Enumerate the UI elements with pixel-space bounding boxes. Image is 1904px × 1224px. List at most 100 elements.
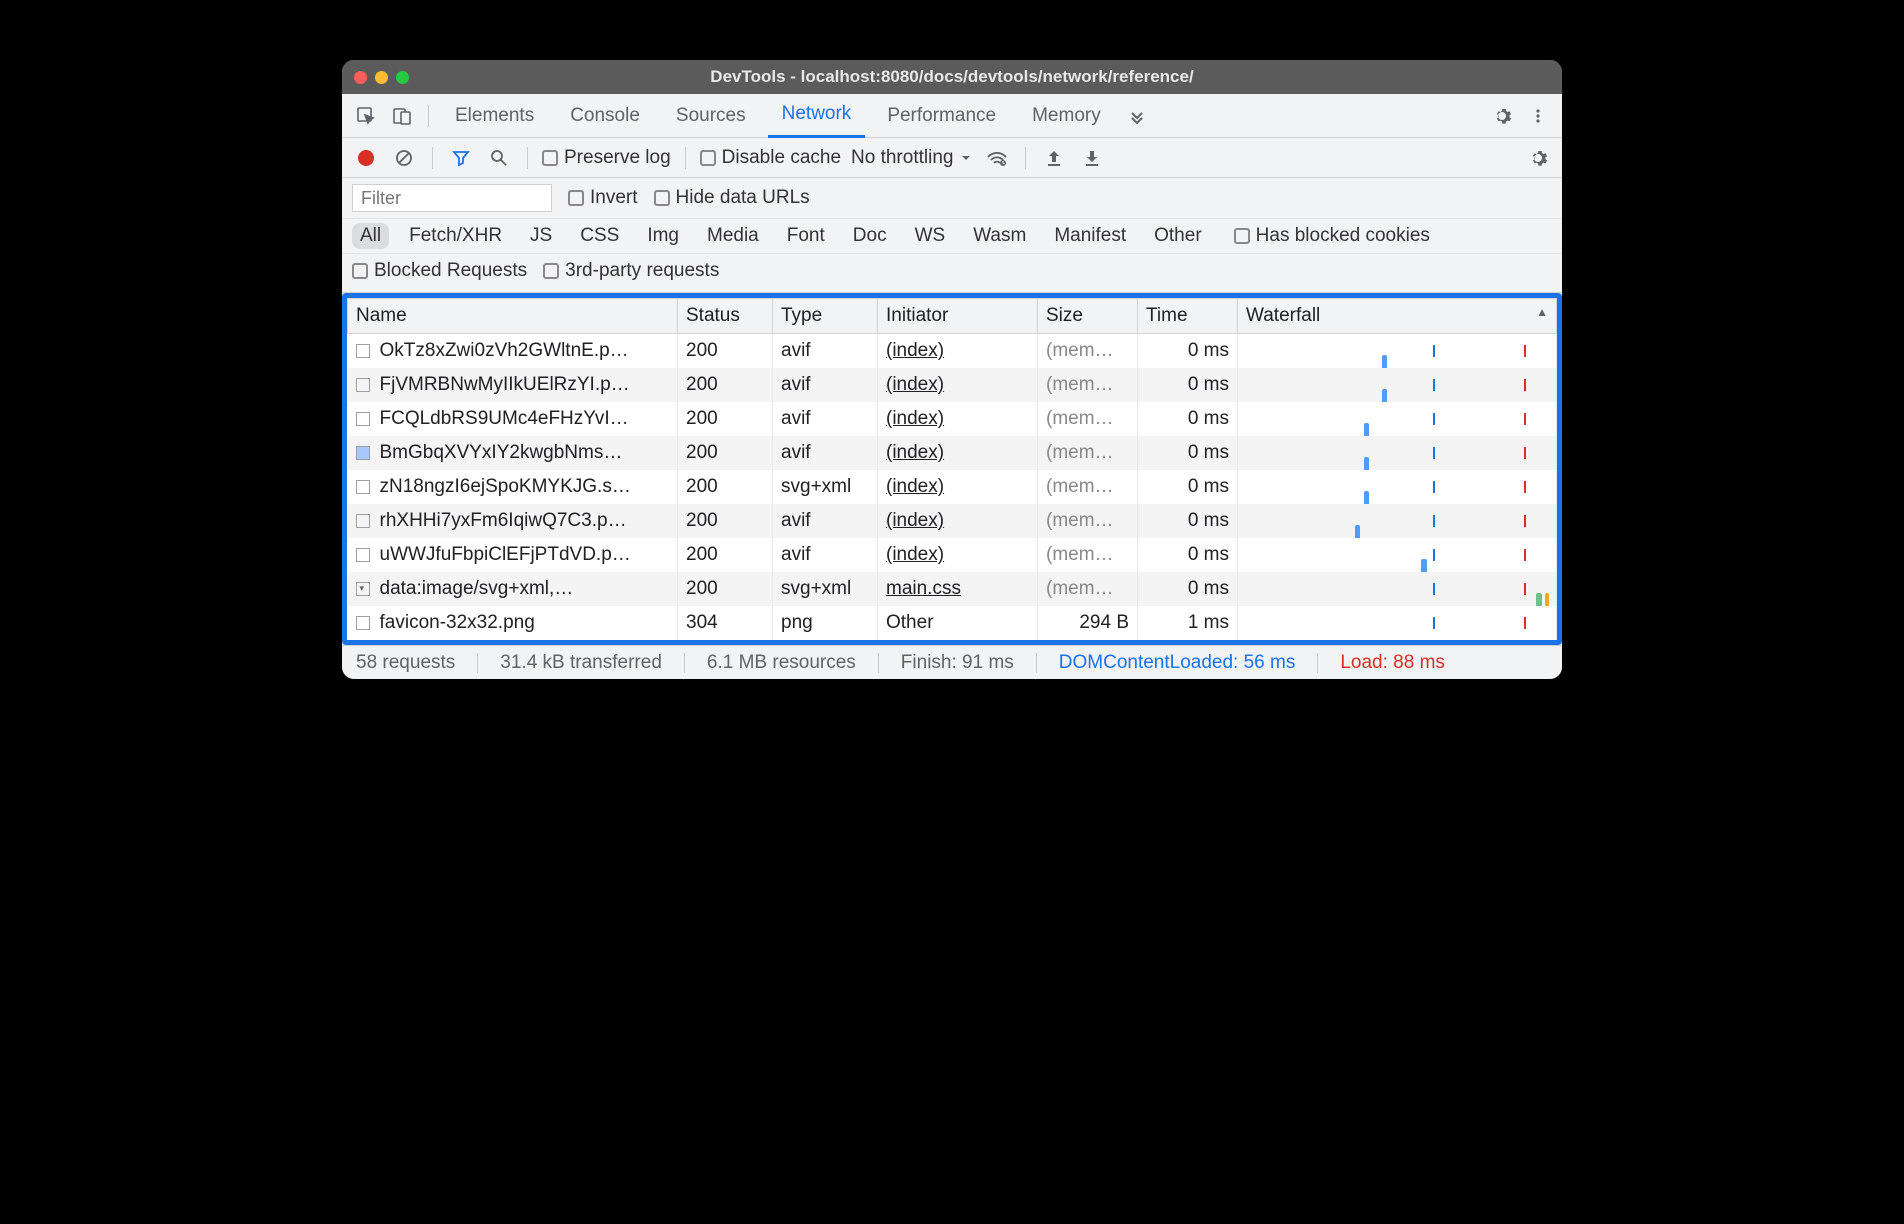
filter-icon[interactable] <box>447 144 475 172</box>
throttling-value: No throttling <box>851 147 953 169</box>
type-filter-manifest[interactable]: Manifest <box>1046 223 1134 249</box>
cell-name: BmGbqXVYxIY2kwgbNms… <box>348 436 678 470</box>
type-filter-ws[interactable]: WS <box>907 223 954 249</box>
cell-initiator[interactable]: (index) <box>878 538 1038 572</box>
column-time[interactable]: Time <box>1138 299 1238 334</box>
cell-initiator[interactable]: (index) <box>878 470 1038 504</box>
image-file-icon <box>356 412 370 426</box>
cell-time: 0 ms <box>1138 504 1238 538</box>
column-status[interactable]: Status <box>678 299 773 334</box>
cell-size: (mem… <box>1038 436 1138 470</box>
table-row[interactable]: FCQLdbRS9UMc4eFHzYvI…200avif(index)(mem…… <box>348 402 1557 436</box>
type-filter-doc[interactable]: Doc <box>845 223 895 249</box>
cell-status: 200 <box>678 538 773 572</box>
traffic-lights <box>354 71 409 84</box>
waterfall-cell <box>1238 538 1557 572</box>
search-icon[interactable] <box>485 144 513 172</box>
data-uri-icon <box>356 582 370 596</box>
tab-elements[interactable]: Elements <box>441 94 548 138</box>
settings-icon[interactable] <box>1488 102 1516 130</box>
tab-console[interactable]: Console <box>556 94 654 138</box>
clear-icon[interactable] <box>390 144 418 172</box>
zoom-window-button[interactable] <box>396 71 409 84</box>
type-filter-other[interactable]: Other <box>1146 223 1210 249</box>
cell-initiator[interactable]: (index) <box>878 334 1038 369</box>
status-requests: 58 requests <box>356 652 455 674</box>
network-conditions-icon[interactable] <box>983 144 1011 172</box>
separator <box>432 147 433 169</box>
type-filter-img[interactable]: Img <box>639 223 687 249</box>
upload-har-icon[interactable] <box>1040 144 1068 172</box>
titlebar: DevTools - localhost:8080/docs/devtools/… <box>342 60 1562 94</box>
cell-initiator[interactable]: (index) <box>878 504 1038 538</box>
cell-initiator[interactable]: (index) <box>878 368 1038 402</box>
cell-time: 0 ms <box>1138 538 1238 572</box>
cell-time: 0 ms <box>1138 470 1238 504</box>
kebab-menu-icon[interactable] <box>1524 102 1552 130</box>
blocked-requests-checkbox[interactable]: Blocked Requests <box>352 260 527 282</box>
extra-filter-row: Blocked Requests 3rd-party requests <box>342 254 1562 293</box>
minimize-window-button[interactable] <box>375 71 388 84</box>
image-file-icon <box>356 480 370 494</box>
record-button[interactable] <box>352 144 380 172</box>
column-size[interactable]: Size <box>1038 299 1138 334</box>
status-load: Load: 88 ms <box>1340 652 1445 674</box>
requests-table[interactable]: NameStatusTypeInitiatorSizeTimeWaterfall… <box>347 298 1557 640</box>
cell-size: (mem… <box>1038 368 1138 402</box>
has-blocked-cookies-checkbox[interactable]: Has blocked cookies <box>1234 225 1430 247</box>
table-row[interactable]: data:image/svg+xml,…200svg+xmlmain.css(m… <box>348 572 1557 606</box>
waterfall-cell <box>1238 334 1557 369</box>
type-filter-css[interactable]: CSS <box>572 223 627 249</box>
type-filter-media[interactable]: Media <box>699 223 767 249</box>
column-type[interactable]: Type <box>773 299 878 334</box>
cell-name: FjVMRBNwMyIIkUElRzYI.p… <box>348 368 678 402</box>
third-party-label: 3rd-party requests <box>565 260 719 282</box>
column-initiator[interactable]: Initiator <box>878 299 1038 334</box>
disable-cache-checkbox[interactable]: Disable cache <box>700 147 841 169</box>
close-window-button[interactable] <box>354 71 367 84</box>
inspect-element-icon[interactable] <box>352 102 380 130</box>
filter-input[interactable] <box>352 184 552 212</box>
table-row[interactable]: rhXHHi7yxFm6IqiwQ7C3.p…200avif(index)(me… <box>348 504 1557 538</box>
type-filter-font[interactable]: Font <box>779 223 833 249</box>
cell-name: OkTz8xZwi0zVh2GWltnE.p… <box>348 334 678 369</box>
type-filter-wasm[interactable]: Wasm <box>965 223 1034 249</box>
third-party-checkbox[interactable]: 3rd-party requests <box>543 260 719 282</box>
cell-size: (mem… <box>1038 334 1138 369</box>
table-row[interactable]: uWWJfuFbpiClEFjPTdVD.p…200avif(index)(me… <box>348 538 1557 572</box>
table-row[interactable]: favicon-32x32.png304pngOther294 B1 ms <box>348 606 1557 640</box>
devtools-window: DevTools - localhost:8080/docs/devtools/… <box>342 60 1562 679</box>
more-tabs-icon[interactable] <box>1123 102 1151 130</box>
hide-data-urls-checkbox[interactable]: Hide data URLs <box>654 187 810 209</box>
table-row[interactable]: BmGbqXVYxIY2kwgbNms…200avif(index)(mem…0… <box>348 436 1557 470</box>
invert-label: Invert <box>590 187 638 209</box>
cell-name: data:image/svg+xml,… <box>348 572 678 606</box>
preserve-log-checkbox[interactable]: Preserve log <box>542 147 671 169</box>
tab-network[interactable]: Network <box>768 94 866 138</box>
type-filter-all[interactable]: All <box>352 223 389 249</box>
throttling-select[interactable]: No throttling <box>851 147 973 169</box>
cell-initiator[interactable]: (index) <box>878 402 1038 436</box>
cell-time: 0 ms <box>1138 436 1238 470</box>
table-row[interactable]: zN18ngzI6ejSpoKMYKJG.s…200svg+xml(index)… <box>348 470 1557 504</box>
type-filter-js[interactable]: JS <box>522 223 560 249</box>
tab-sources[interactable]: Sources <box>662 94 760 138</box>
panel-settings-icon[interactable] <box>1524 144 1552 172</box>
table-row[interactable]: FjVMRBNwMyIIkUElRzYI.p…200avif(index)(me… <box>348 368 1557 402</box>
cell-initiator[interactable]: main.css <box>878 572 1038 606</box>
type-filter-fetch-xhr[interactable]: Fetch/XHR <box>401 223 510 249</box>
network-toolbar: Preserve log Disable cache No throttling <box>342 138 1562 178</box>
invert-checkbox[interactable]: Invert <box>568 187 638 209</box>
tab-memory[interactable]: Memory <box>1018 94 1115 138</box>
table-row[interactable]: OkTz8xZwi0zVh2GWltnE.p…200avif(index)(me… <box>348 334 1557 369</box>
window-title: DevTools - localhost:8080/docs/devtools/… <box>342 67 1562 87</box>
waterfall-cell <box>1238 470 1557 504</box>
cell-initiator[interactable]: (index) <box>878 436 1038 470</box>
column-waterfall[interactable]: Waterfall <box>1238 299 1557 334</box>
device-toolbar-icon[interactable] <box>388 102 416 130</box>
column-name[interactable]: Name <box>348 299 678 334</box>
status-resources: 6.1 MB resources <box>707 652 856 674</box>
download-har-icon[interactable] <box>1078 144 1106 172</box>
cell-type: avif <box>773 368 878 402</box>
tab-performance[interactable]: Performance <box>873 94 1010 138</box>
